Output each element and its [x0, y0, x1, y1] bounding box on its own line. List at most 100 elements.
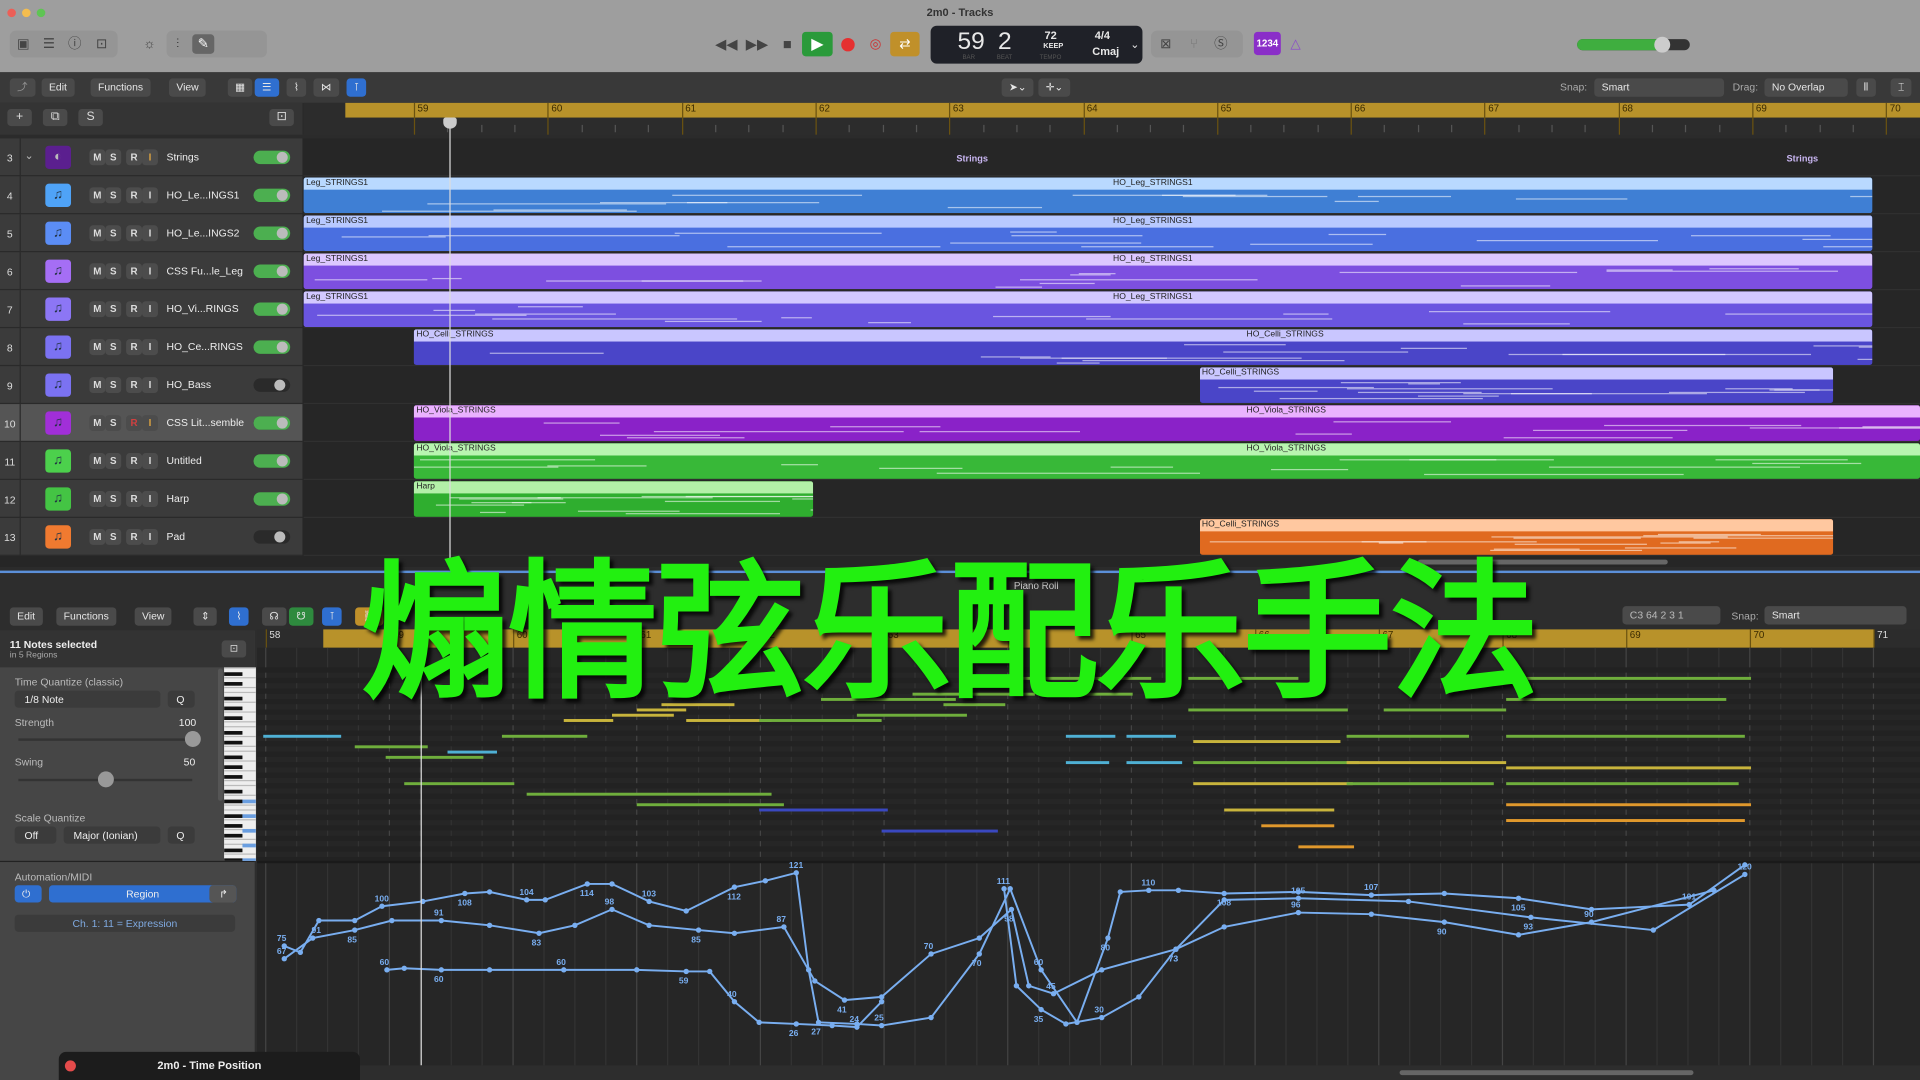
automation-point[interactable]	[707, 968, 713, 975]
automation-point[interactable]	[352, 927, 358, 933]
automation-point[interactable]	[486, 889, 493, 895]
midi-note[interactable]	[1506, 803, 1752, 807]
midi-note[interactable]	[1065, 761, 1110, 765]
automation-point[interactable]	[281, 956, 287, 962]
automation-point[interactable]	[793, 870, 799, 876]
automation-point[interactable]	[542, 897, 548, 903]
automation-point[interactable]	[928, 951, 934, 957]
automation-point[interactable]	[572, 922, 578, 929]
automation-point[interactable]	[1038, 967, 1044, 973]
automation-point[interactable]	[731, 884, 738, 890]
automation-point[interactable]	[646, 898, 652, 905]
automation-point[interactable]	[781, 924, 787, 930]
automation-point[interactable]	[1105, 935, 1111, 941]
automation-point[interactable]	[878, 994, 885, 1000]
midi-note[interactable]	[1506, 766, 1752, 770]
automation-point[interactable]	[297, 949, 304, 956]
midi-note[interactable]	[354, 745, 428, 749]
automation-point[interactable]	[634, 967, 640, 973]
midi-note[interactable]	[881, 829, 998, 833]
automation-point[interactable]	[1026, 983, 1032, 989]
automation-point[interactable]	[683, 968, 689, 975]
midi-note[interactable]	[1193, 740, 1341, 744]
automation-point[interactable]	[561, 967, 567, 973]
midi-note[interactable]	[1224, 808, 1335, 812]
midi-note[interactable]	[526, 792, 772, 796]
automation-point[interactable]	[1008, 906, 1015, 913]
midi-note[interactable]	[1126, 761, 1183, 765]
automation-point[interactable]	[731, 930, 738, 936]
automation-point[interactable]	[854, 1024, 860, 1030]
automation-point[interactable]	[762, 878, 769, 884]
midi-note[interactable]	[1506, 819, 1745, 823]
midi-note[interactable]	[263, 734, 342, 738]
midi-note[interactable]	[1298, 845, 1355, 849]
automation-point[interactable]	[401, 965, 407, 971]
automation-point[interactable]	[1368, 911, 1375, 917]
midi-note[interactable]	[1346, 761, 1507, 765]
automation-point[interactable]	[1295, 895, 1302, 901]
midi-note[interactable]	[759, 808, 888, 812]
automation-point[interactable]	[1099, 1014, 1105, 1021]
automation-point[interactable]	[1515, 932, 1522, 938]
automation-point[interactable]	[438, 967, 445, 973]
time-position-close-button[interactable]	[64, 1060, 76, 1072]
automation-point[interactable]	[1136, 994, 1142, 1000]
midi-note[interactable]	[1261, 824, 1335, 828]
automation-point[interactable]	[1295, 909, 1302, 916]
automation-point[interactable]	[1175, 887, 1182, 894]
automation-point[interactable]	[1146, 887, 1152, 894]
automation-point[interactable]	[316, 917, 322, 924]
automation-point[interactable]	[829, 1022, 835, 1029]
automation-point[interactable]	[1742, 871, 1748, 878]
automation-point[interactable]	[1221, 890, 1227, 897]
midi-note[interactable]	[385, 755, 484, 759]
automation-point[interactable]	[609, 881, 615, 887]
automation-point[interactable]	[756, 1019, 762, 1026]
automation-point[interactable]	[1007, 886, 1013, 892]
automation-point[interactable]	[1050, 991, 1057, 997]
automation-point[interactable]	[438, 917, 445, 924]
automation-point[interactable]	[462, 890, 468, 897]
automation-point[interactable]	[1099, 967, 1105, 973]
time-position-window[interactable]: 2m0 - Time Position	[58, 1051, 361, 1080]
automation-point[interactable]	[976, 951, 983, 957]
automation-curve[interactable]	[283, 889, 1715, 1002]
automation-point[interactable]	[1650, 927, 1657, 933]
automation-point[interactable]	[841, 997, 848, 1003]
automation-point[interactable]	[878, 1022, 885, 1029]
automation-point[interactable]	[793, 1021, 799, 1027]
automation-point[interactable]	[812, 978, 818, 984]
automation-point[interactable]	[379, 903, 385, 909]
automation-curve[interactable]	[386, 967, 883, 1029]
automation-point[interactable]	[536, 930, 542, 936]
automation-point[interactable]	[1221, 897, 1227, 903]
automation-point[interactable]	[1001, 886, 1007, 892]
automation-point[interactable]	[695, 927, 702, 933]
pr-horizontal-scrollbar[interactable]	[1399, 1070, 1694, 1076]
midi-note[interactable]	[501, 734, 588, 738]
automation-point[interactable]	[646, 922, 652, 929]
automation-point[interactable]	[384, 967, 390, 973]
midi-note[interactable]	[1193, 782, 1353, 786]
automation-point[interactable]	[584, 881, 590, 887]
automation-point[interactable]	[1405, 898, 1412, 905]
automation-point[interactable]	[1515, 895, 1522, 901]
automation-point[interactable]	[389, 917, 395, 924]
midi-note[interactable]	[1346, 734, 1470, 738]
automation-point[interactable]	[1221, 924, 1227, 930]
midi-note[interactable]	[1506, 782, 1739, 786]
automation-point[interactable]	[352, 917, 358, 924]
automation-point[interactable]	[1117, 889, 1123, 895]
midi-note[interactable]	[1126, 734, 1176, 738]
automation-point[interactable]	[731, 998, 738, 1005]
automation-point[interactable]	[1441, 890, 1448, 897]
automation-point[interactable]	[1173, 946, 1179, 952]
automation-curve[interactable]	[283, 864, 1746, 1027]
automation-point[interactable]	[486, 922, 493, 929]
midi-note[interactable]	[1506, 676, 1752, 680]
automation-point[interactable]	[486, 967, 493, 973]
automation-curve[interactable]	[1003, 873, 1746, 1025]
automation-point[interactable]	[1528, 914, 1534, 921]
automation-point[interactable]	[1038, 1006, 1044, 1013]
